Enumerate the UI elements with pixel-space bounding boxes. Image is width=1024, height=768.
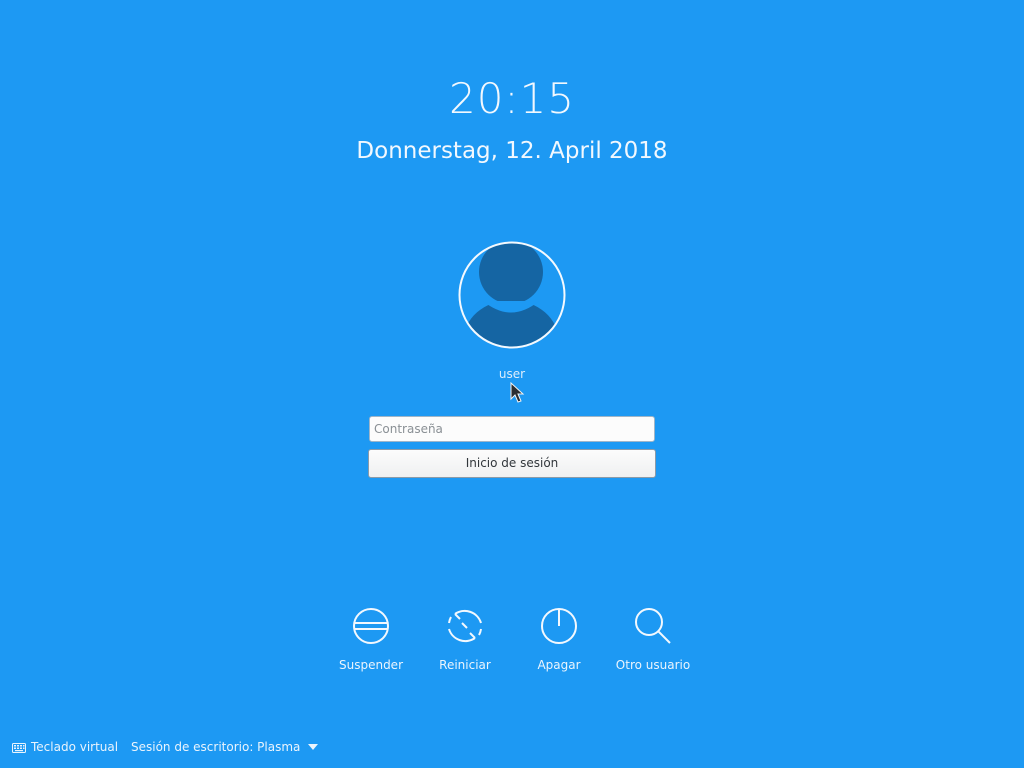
shutdown-label: Apagar [537,658,581,672]
other-user-button[interactable]: Otro usuario [608,606,698,672]
user-silhouette-icon [458,241,566,349]
virtual-keyboard-button[interactable]: Teclado virtual [12,740,118,754]
session-label: Sesión de escritorio: Plasma [131,740,301,754]
power-icon [541,608,577,644]
suspend-icon [353,608,389,644]
suspend-button[interactable]: Suspender [326,606,416,672]
chevron-down-icon [308,744,319,750]
power-actions: Suspender Reiniciar Apagar Otro usuario [0,606,1024,686]
shutdown-button[interactable]: Apagar [514,606,604,672]
restart-label: Reiniciar [439,658,491,672]
restart-button[interactable]: Reiniciar [420,606,510,672]
password-field[interactable] [369,416,655,442]
virtual-keyboard-label: Teclado virtual [31,740,119,754]
mouse-cursor-icon [510,382,525,403]
avatar[interactable] [457,240,567,350]
restart-icon [448,609,482,643]
clock-date: Donnerstag, 12. April 2018 [356,138,668,164]
other-user-label: Otro usuario [615,658,691,672]
search-icon [635,608,671,644]
login-button[interactable]: Inicio de sesión [368,449,656,478]
username-label: user [498,367,526,381]
session-selector[interactable]: Sesión de escritorio: Plasma [131,740,319,754]
suspend-label: Suspender [338,658,403,672]
keyboard-icon [12,743,26,753]
clock-time: 20:15 [448,74,576,123]
